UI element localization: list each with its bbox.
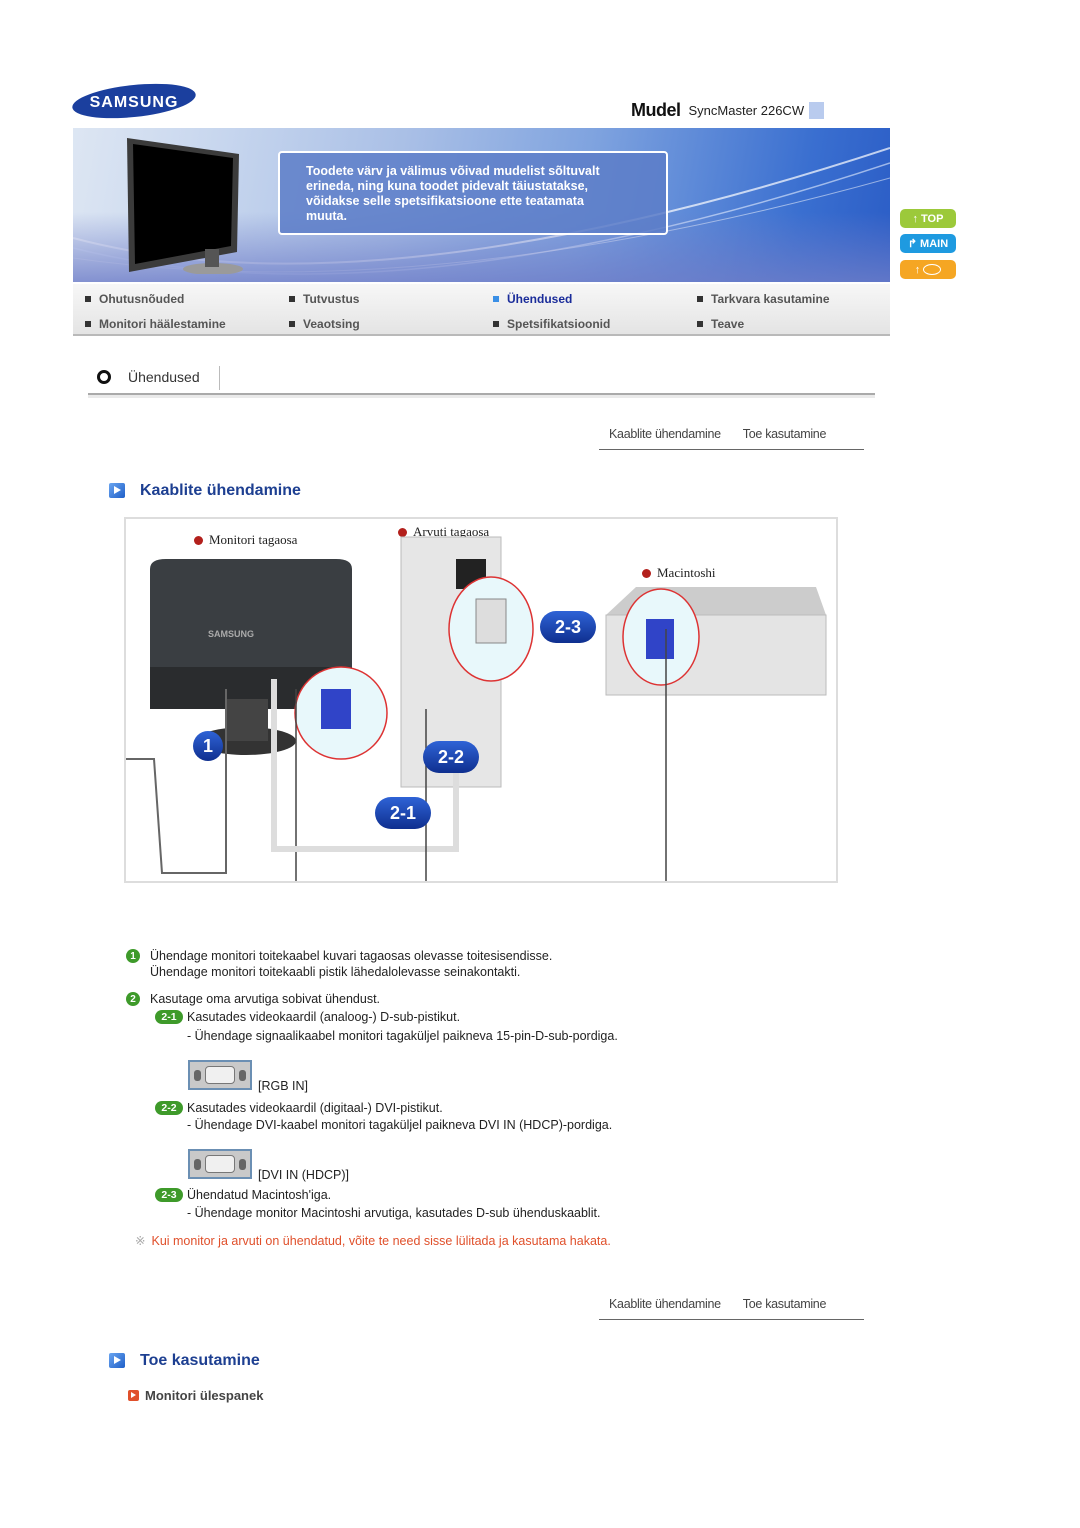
circle-icon	[97, 370, 111, 384]
subnav-link-stand[interactable]: Toe kasutamine	[743, 427, 827, 441]
nav-item-software[interactable]: Tarkvara kasutamine	[697, 292, 830, 306]
nav-label: Ühendused	[507, 292, 573, 306]
heading-stand: Toe kasutamine	[140, 1352, 260, 1369]
notice-line: võidakse selle spetsifikatsioone ette te…	[306, 194, 584, 208]
arrow-up-icon: ↑	[914, 263, 921, 276]
nav-item-intro[interactable]: Tutvustus	[289, 292, 359, 306]
notice-line: Toodete värv ja välimus võivad mudelist …	[306, 164, 600, 178]
heading-cables: Kaablite ühendamine	[140, 482, 301, 499]
model-info: Mudel SyncMaster 226CW	[631, 100, 825, 121]
main-nav: Ohutusnõuded Tutvustus Ühendused Tarkvar…	[73, 284, 890, 336]
nav-item-specs[interactable]: Spetsifikatsioonid	[493, 317, 610, 331]
step-2-1-detail: - Ühendage signaalikaabel monitori tagak…	[187, 1029, 618, 1043]
play-icon	[109, 483, 125, 498]
subnav-bottom: Kaablite ühendamine Toe kasutamine	[609, 1297, 826, 1311]
divider	[88, 395, 875, 398]
subnav-link-stand[interactable]: Toe kasutamine	[743, 1297, 827, 1311]
nav-label: Tutvustus	[303, 292, 360, 306]
main-button[interactable]: ↱ MAIN	[900, 234, 956, 253]
language-button[interactable]: ↑	[900, 260, 956, 279]
nav-label: Monitori häälestamine	[99, 317, 226, 331]
nav-label: Ohutusnõuded	[99, 292, 185, 306]
badge-2-2: 2-2	[423, 741, 479, 773]
warning-text: Kui monitor ja arvuti on ühendatud, võit…	[151, 1234, 611, 1248]
monitor-brand-text: SAMSUNG	[208, 629, 254, 639]
dvi-in-label: [DVI IN (HDCP)]	[258, 1168, 349, 1182]
subnav-top: Kaablite ühendamine Toe kasutamine	[609, 427, 826, 441]
step-2-2-detail: - Ühendage DVI-kaabel monitori tagakülje…	[187, 1118, 613, 1132]
warning-note: ※ Kui monitor ja arvuti on ühendatud, või…	[135, 1233, 611, 1248]
play-icon	[109, 1353, 125, 1368]
nav-label: Spetsifikatsioonid	[507, 317, 611, 331]
nav-label: Tarkvara kasutamine	[711, 292, 830, 306]
badge-2-3: 2-3	[540, 611, 596, 643]
section-title: Ühendused	[128, 369, 200, 385]
brand-text: SAMSUNG	[90, 94, 179, 111]
badge-1: 1	[193, 731, 223, 761]
language-icon	[923, 264, 942, 275]
play-icon	[128, 1390, 139, 1401]
nav-item-troubleshoot[interactable]: Veaotsing	[289, 317, 360, 331]
nav-item-adjust[interactable]: Monitori häälestamine	[85, 317, 226, 331]
note-icon: ※	[135, 1234, 146, 1248]
monitor-image	[127, 138, 243, 274]
divider	[219, 366, 220, 390]
nav-item-connections[interactable]: Ühendused	[493, 292, 572, 306]
main-label: MAIN	[920, 237, 949, 250]
step-2-2-badge: 2-2	[155, 1101, 183, 1115]
model-dropdown-marker[interactable]	[809, 102, 825, 119]
step-2-1-title: Kasutades videokaardil (analoog-) D-sub-…	[187, 1010, 461, 1024]
top-button[interactable]: ↑ TOP	[900, 209, 956, 228]
notice-line: muuta.	[306, 209, 347, 223]
nav-item-safety[interactable]: Ohutusnõuded	[85, 292, 184, 306]
rgb-in-label: [RGB IN]	[258, 1079, 309, 1093]
diagram-illustration: SAMSUNG	[126, 536, 827, 881]
badge-2-1: 2-1	[375, 797, 431, 829]
connection-diagram: Monitori tagaosa Arvuti tagaosa Macintos…	[124, 517, 838, 883]
step-2-3-title: Ühendatud Macintosh'iga.	[187, 1188, 332, 1202]
notice-line: erineda, ning kuna toodet pidevalt täius…	[306, 179, 589, 193]
step-2-1-badge: 2-1	[155, 1010, 183, 1024]
step-2-2-title: Kasutades videokaardil (digitaal-) DVI-p…	[187, 1101, 443, 1115]
step-1-icon: 1	[126, 949, 140, 963]
arrow-turn-icon: ↱	[907, 238, 918, 250]
dvi-port-icon	[188, 1149, 252, 1179]
arrow-up-icon: ↑	[912, 212, 919, 225]
step-2-3-detail: - Ühendage monitor Macintoshi arvutiga, …	[187, 1206, 601, 1220]
top-label: TOP	[921, 212, 944, 225]
step-2-text: Kasutage oma arvutiga sobivat ühendust.	[150, 992, 381, 1006]
model-value: SyncMaster 226CW	[688, 103, 805, 118]
step-1-line-1: Ühendage monitori toitekaabel kuvari tag…	[150, 949, 553, 963]
subnav-link-cables[interactable]: Kaablite ühendamine	[609, 1297, 721, 1311]
model-label: Mudel	[631, 100, 681, 120]
nav-label: Teave	[711, 317, 745, 331]
nav-label: Veaotsing	[303, 317, 360, 331]
hero-banner: Toodete värv ja välimus võivad mudelist …	[73, 128, 890, 282]
step-2-3-badge: 2-3	[155, 1188, 183, 1202]
step-2-icon: 2	[126, 992, 140, 1006]
vga-port-icon	[188, 1060, 252, 1090]
product-notice: Toodete värv ja välimus võivad mudelist …	[278, 151, 668, 235]
subnav-link-cables[interactable]: Kaablite ühendamine	[609, 427, 721, 441]
step-1-line-2: Ühendage monitori toitekaabli pistik läh…	[150, 965, 521, 979]
subheading-assembly: Monitori ülespanek	[145, 1388, 264, 1403]
divider	[599, 1319, 864, 1320]
divider	[599, 449, 864, 450]
nav-item-info[interactable]: Teave	[697, 317, 744, 331]
samsung-logo[interactable]: SAMSUNG	[70, 82, 198, 120]
